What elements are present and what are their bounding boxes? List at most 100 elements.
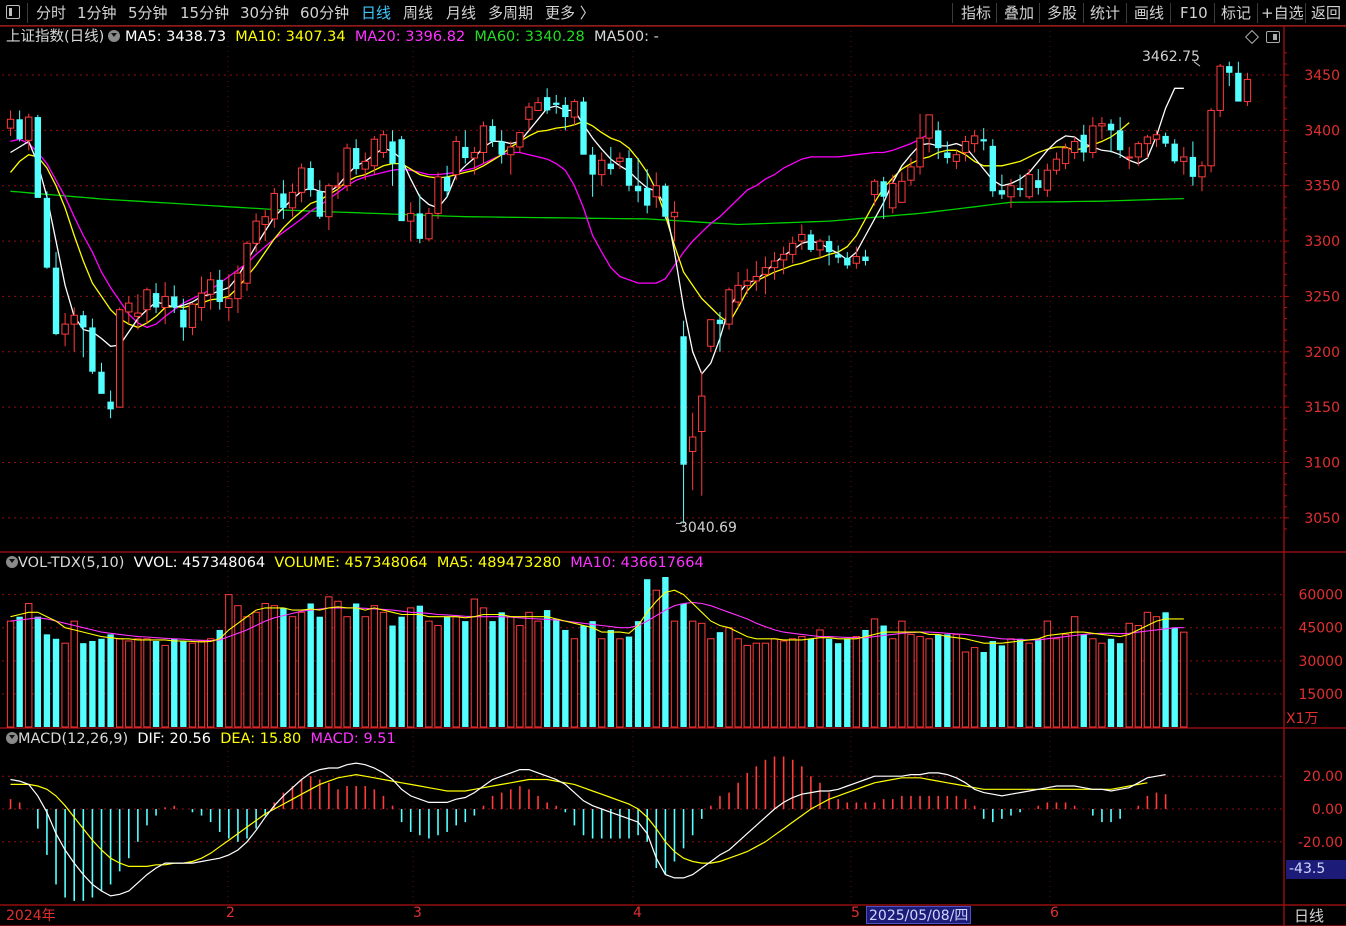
volume-bar <box>216 629 223 727</box>
candle-body <box>607 163 614 170</box>
volume-bar <box>916 636 924 728</box>
candle <box>980 128 987 151</box>
volume-bar <box>944 634 951 727</box>
ma5-value: 3438.73 <box>166 29 227 45</box>
candle <box>52 252 60 336</box>
volume-bar <box>770 638 779 728</box>
candle-body <box>316 191 323 217</box>
candle <box>834 245 842 264</box>
volume-tick-label: 45000 <box>1298 621 1343 637</box>
volume-bar <box>1043 620 1052 728</box>
candle-body <box>1025 174 1033 198</box>
volume-bar <box>907 633 915 728</box>
candle <box>589 146 596 197</box>
volume-bar <box>680 603 687 727</box>
volume-bar <box>825 638 833 727</box>
ma20-label: MA20: <box>354 29 401 45</box>
volume-tick-label: 30000 <box>1298 654 1343 670</box>
candle <box>998 174 1006 199</box>
candle <box>625 150 633 192</box>
candle <box>952 150 961 170</box>
candle-body <box>61 323 69 335</box>
volume-bar <box>98 638 105 727</box>
candle-body <box>834 254 842 258</box>
volume-bar <box>16 616 23 727</box>
candle-body <box>361 160 369 170</box>
candle-body <box>1180 156 1188 162</box>
volume-bar <box>752 642 761 728</box>
volume-bar <box>852 636 861 728</box>
candle-body <box>1143 136 1152 145</box>
volume-bar <box>1070 616 1079 728</box>
price-tick-label: 3150 <box>1304 400 1340 416</box>
ma60-value: 3340.28 <box>524 29 585 45</box>
candle-body <box>161 295 169 308</box>
volume-bar <box>1052 638 1061 728</box>
volume-bar <box>507 616 515 728</box>
period-label[interactable]: 日线 <box>1294 905 1324 926</box>
price-legend: 上证指数(日线) MA5: 3438.73 MA10: 3407.34 MA20… <box>6 26 659 48</box>
chart-canvas[interactable]: 3050 3100 3150 3200 3250 3300 3350 3400 3450 1500… <box>0 0 1346 926</box>
candle-body <box>553 102 560 105</box>
candle-body <box>389 141 396 164</box>
volume-unit-label: X1万 <box>1286 711 1319 727</box>
candle <box>152 283 160 314</box>
candle <box>297 163 306 203</box>
candle-body <box>1035 180 1042 188</box>
volume-bar <box>543 610 551 727</box>
candle-body <box>770 260 779 269</box>
volume-bar <box>516 625 524 728</box>
volume-bar <box>34 616 42 727</box>
price-tick-label: 3100 <box>1304 456 1340 472</box>
volume-bar <box>479 607 488 728</box>
dea-label: DEA: <box>220 731 256 747</box>
candle <box>1226 61 1233 87</box>
volume-bar <box>880 625 887 727</box>
candle-body <box>443 176 451 192</box>
price-tick-label: 3250 <box>1304 289 1340 305</box>
volume-bar <box>798 636 806 728</box>
candle <box>389 130 396 186</box>
candle-body <box>944 152 951 159</box>
candle <box>970 130 979 153</box>
candle <box>434 172 442 219</box>
candle-body <box>570 101 579 118</box>
candle-body <box>644 187 651 206</box>
candle-body <box>862 256 869 261</box>
candle <box>707 319 715 352</box>
volume-bar <box>316 616 323 727</box>
candle <box>1207 108 1215 173</box>
volume-bar <box>143 638 151 728</box>
volume-bar <box>425 620 433 728</box>
candle-body <box>734 284 742 303</box>
volume-bar <box>834 643 842 727</box>
ma10-line <box>9 120 1130 329</box>
candle-body <box>543 97 551 111</box>
volume-bar <box>935 634 942 727</box>
volume-bar <box>688 620 697 728</box>
volume-bar <box>607 629 614 727</box>
volume-bar <box>970 647 979 728</box>
price-tick-label: 3350 <box>1304 179 1340 195</box>
candle-body <box>698 395 706 433</box>
candle-body <box>1070 140 1079 154</box>
index-name: 上证指数(日线) <box>6 29 105 45</box>
panel-toggle-icon[interactable] <box>1266 31 1280 43</box>
dropdown-icon[interactable] <box>108 30 121 42</box>
candle-body <box>197 292 206 309</box>
candle-body <box>1016 187 1024 191</box>
candle <box>961 135 970 162</box>
volume-bar <box>570 638 579 728</box>
candle <box>307 161 314 197</box>
candle <box>1216 63 1224 118</box>
volume-bar <box>171 638 178 727</box>
candle-body <box>680 336 687 465</box>
dropdown-icon[interactable] <box>6 732 18 744</box>
candle-body <box>462 146 469 159</box>
volume-bar <box>107 634 114 727</box>
candle <box>61 313 69 347</box>
dropdown-icon[interactable] <box>6 556 18 568</box>
volume-bar <box>1116 643 1124 727</box>
candle-body <box>1107 123 1115 131</box>
volume-bar <box>252 611 260 728</box>
